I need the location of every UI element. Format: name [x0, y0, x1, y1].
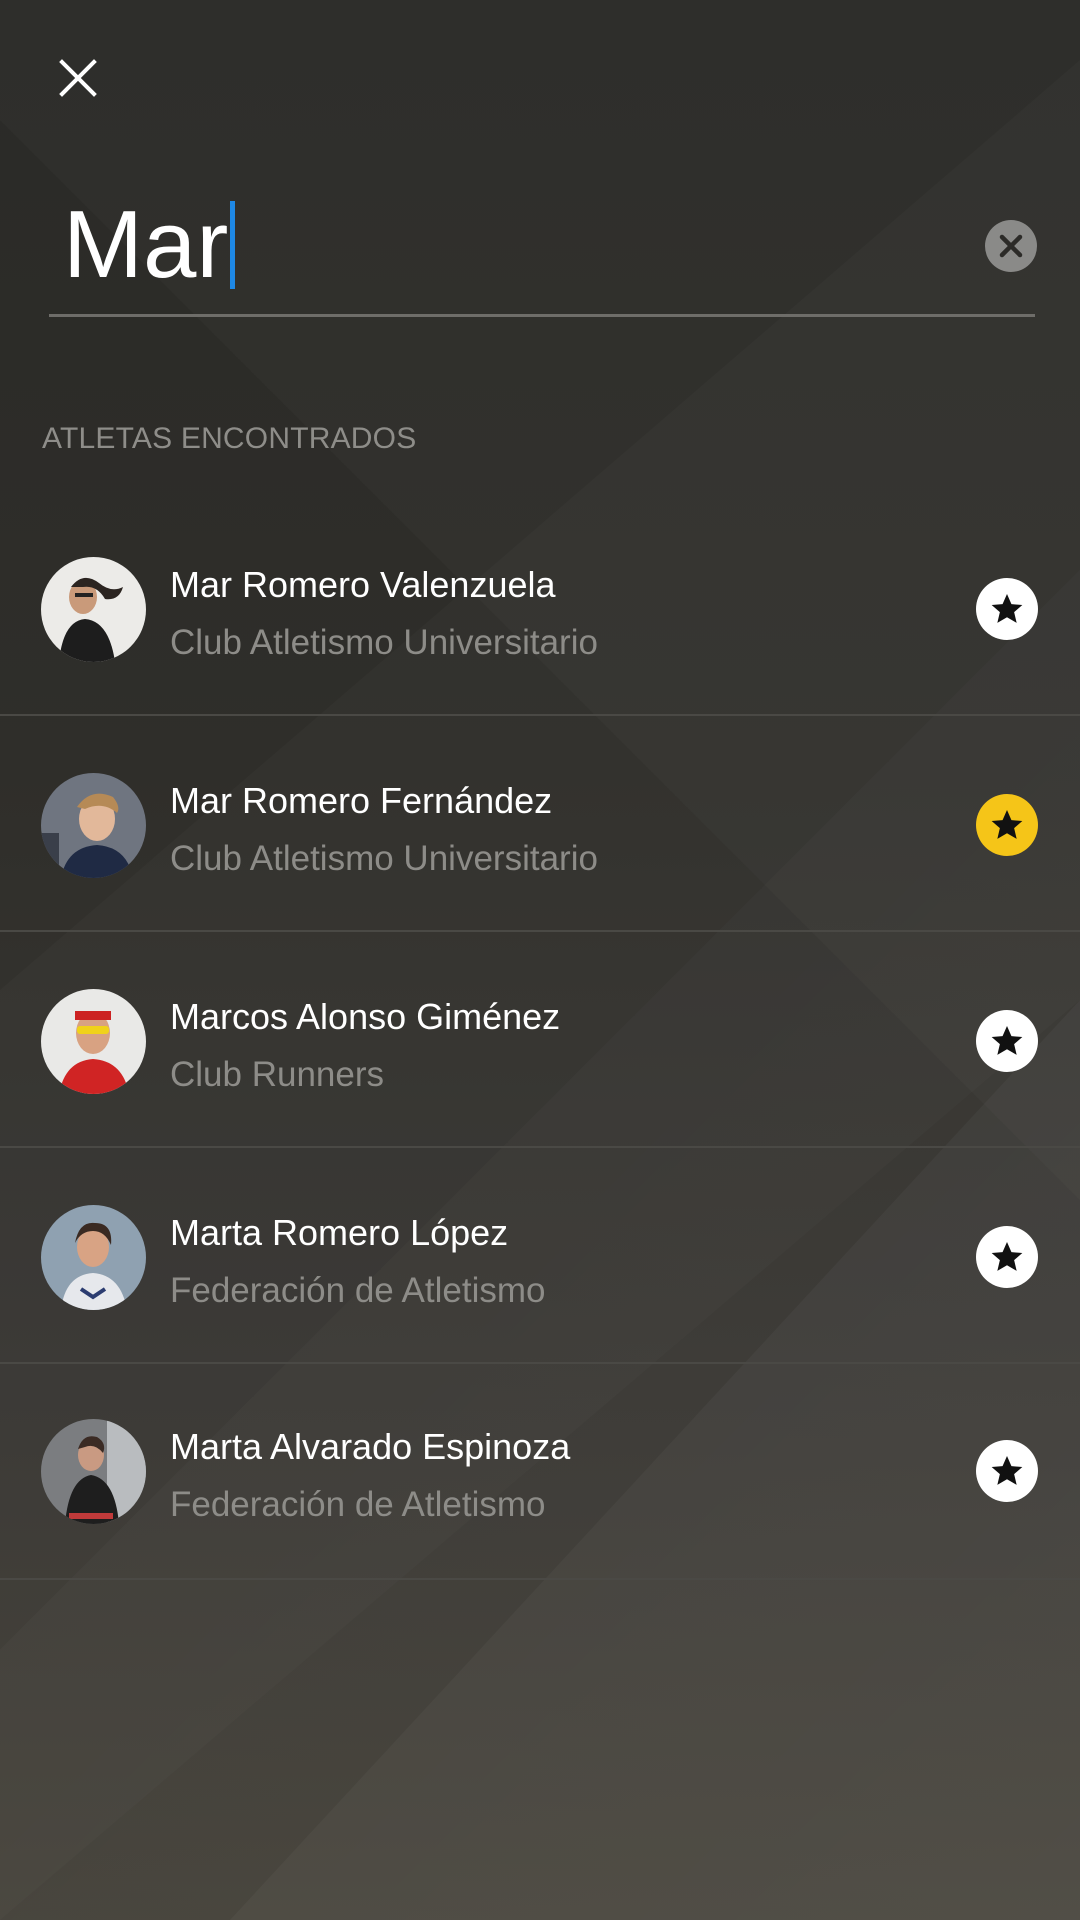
avatar — [41, 1419, 146, 1524]
avatar — [41, 557, 146, 662]
athlete-row[interactable]: Marta Alvarado Espinoza Federación de At… — [0, 1364, 1080, 1580]
avatar — [41, 989, 146, 1094]
search-input-value: Mar — [63, 191, 229, 298]
section-title: ATLETAS ENCONTRADOS — [42, 422, 417, 455]
athlete-club: Club Runners — [170, 1055, 384, 1094]
text-caret — [230, 201, 236, 289]
search-field[interactable]: Mar — [49, 180, 1037, 317]
clear-search-button[interactable] — [985, 220, 1037, 272]
star-icon — [991, 1455, 1023, 1485]
athlete-row[interactable]: Mar Romero Valenzuela Club Atletismo Uni… — [0, 500, 1080, 716]
close-icon — [59, 59, 97, 97]
favorite-button[interactable] — [976, 1010, 1038, 1072]
athlete-club: Club Atletismo Universitario — [170, 839, 598, 878]
star-icon — [991, 809, 1023, 839]
athlete-name: Marcos Alonso Giménez — [170, 996, 561, 1037]
athlete-club: Club Atletismo Universitario — [170, 623, 598, 662]
athlete-row[interactable]: Marcos Alonso Giménez Club Runners — [0, 932, 1080, 1148]
avatar — [41, 773, 146, 878]
close-button[interactable] — [48, 48, 108, 108]
athlete-row[interactable]: Mar Romero Fernández Club Atletismo Univ… — [0, 716, 1080, 932]
athlete-name: Mar Romero Fernández — [170, 780, 553, 821]
favorite-button[interactable] — [976, 1226, 1038, 1288]
star-icon — [991, 1025, 1023, 1055]
athlete-name: Mar Romero Valenzuela — [170, 564, 556, 605]
athlete-name: Marta Romero López — [170, 1212, 509, 1253]
athletes-list: Mar Romero Valenzuela Club Atletismo Uni… — [0, 500, 1080, 1580]
star-icon — [991, 593, 1023, 623]
star-icon — [991, 1241, 1023, 1271]
favorite-button[interactable] — [976, 1440, 1038, 1502]
athlete-name: Marta Alvarado Espinoza — [170, 1426, 571, 1467]
clear-icon — [999, 234, 1023, 258]
athlete-row[interactable]: Marta Romero López Federación de Atletis… — [0, 1148, 1080, 1364]
athlete-club: Federación de Atletismo — [170, 1271, 546, 1310]
favorite-button[interactable] — [976, 794, 1038, 856]
avatar — [41, 1205, 146, 1310]
athlete-club: Federación de Atletismo — [170, 1485, 546, 1524]
search-input[interactable]: Mar — [63, 190, 236, 300]
favorite-button[interactable] — [976, 578, 1038, 640]
